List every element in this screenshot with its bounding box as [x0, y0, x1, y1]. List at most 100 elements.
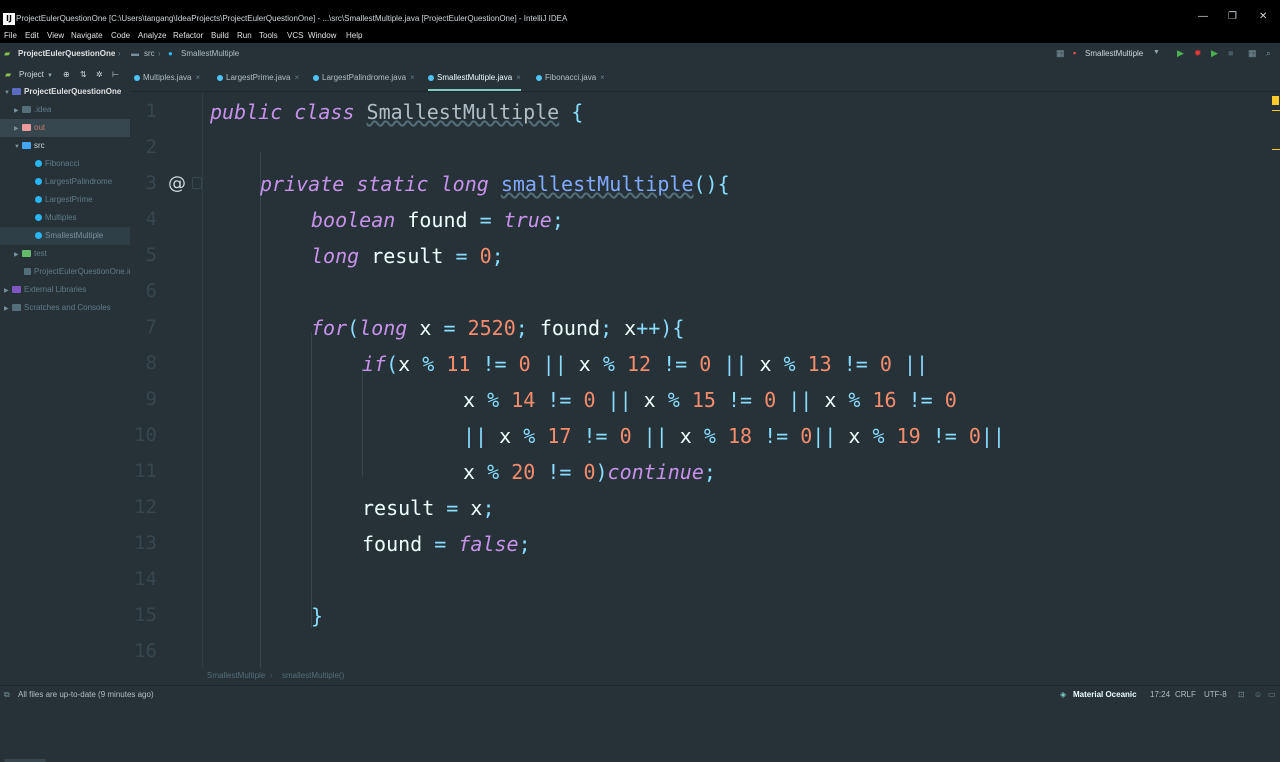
code-token: ) [595, 460, 608, 484]
notifications-icon[interactable]: ▭ [1268, 686, 1276, 703]
tab-largestpalindrome[interactable]: LargestPalindrome.java × [313, 65, 415, 91]
code-line[interactable]: x % 14 != 0 || x % 15 != 0 || x % 16 != … [463, 388, 957, 412]
code-line[interactable]: result = x; [362, 496, 494, 520]
close-tab-icon[interactable]: × [294, 73, 299, 82]
close-tab-icon[interactable]: × [195, 73, 200, 82]
tab-multiples[interactable]: Multiples.java × [134, 65, 200, 91]
collapse-icon[interactable]: ⇅ [80, 70, 87, 80]
code-token: != [547, 388, 584, 412]
chevron-down-icon[interactable]: ▼ [47, 71, 53, 81]
tab-smallestmultiple[interactable]: SmallestMultiple.java × [428, 65, 521, 91]
code-editor[interactable]: public class SmallestMultiple { private s… [203, 92, 1268, 668]
code-token: || [643, 424, 680, 448]
tab-fibonacci[interactable]: Fibonacci.java × [536, 65, 605, 91]
menu-tools[interactable]: Tools [259, 31, 278, 41]
close-tab-icon[interactable]: × [516, 73, 521, 82]
tree-item-multiples[interactable]: Multiples [0, 209, 130, 227]
code-token: 19 [896, 424, 933, 448]
code-token: ( [347, 316, 360, 340]
class-icon [428, 74, 434, 81]
line-separator[interactable]: CRLF [1175, 686, 1196, 703]
run-config-selector[interactable]: SmallestMultiple [1085, 49, 1143, 59]
close-tab-icon[interactable]: × [410, 73, 415, 82]
breadcrumb-class[interactable]: SmallestMultiple [207, 668, 265, 684]
file-encoding[interactable]: UTF-8 [1204, 686, 1227, 703]
hide-panel-icon[interactable]: ⊢ [112, 70, 119, 80]
code-token: 0 [518, 352, 543, 376]
tree-item-label: Multiples [45, 213, 77, 222]
test-folder-icon [22, 250, 31, 258]
tab-largestprime[interactable]: LargestPrime.java × [217, 65, 299, 91]
run-icon[interactable]: ▶ [1177, 48, 1184, 58]
target-icon[interactable]: ⊕ [63, 70, 70, 80]
code-line[interactable]: } [311, 604, 323, 628]
tree-item-idea[interactable]: ▶ .idea [0, 101, 130, 119]
warning-indicator-icon[interactable] [1272, 96, 1279, 105]
menu-code[interactable]: Code [111, 31, 130, 41]
menu-view[interactable]: View [47, 31, 64, 41]
editor-scrollbar[interactable] [1270, 92, 1280, 668]
menu-refactor[interactable]: Refactor [173, 31, 203, 41]
nav-folder[interactable]: src [144, 49, 155, 59]
run-coverage-icon[interactable]: ▶ [1211, 48, 1218, 58]
menu-run[interactable]: Run [237, 31, 252, 41]
inspector-icon[interactable]: ☺ [1254, 686, 1262, 703]
tree-item-fibonacci[interactable]: Fibonacci [0, 155, 130, 173]
gear-icon[interactable]: ✲ [96, 70, 103, 80]
project-structure-icon[interactable]: ▦ [1248, 48, 1257, 58]
maximize-button[interactable]: ❐ [1228, 11, 1237, 23]
code-token: || [463, 424, 500, 448]
stop-icon[interactable]: ■ [1228, 48, 1233, 58]
code-line[interactable]: x % 20 != 0)continue; [463, 460, 716, 484]
minimize-button[interactable]: — [1198, 11, 1208, 23]
tree-item-scratches[interactable]: ▶ Scratches and Consoles [0, 299, 130, 317]
tree-item-iml[interactable]: ProjectEulerQuestionOne.iml [0, 263, 130, 281]
code-line[interactable]: found = false; [362, 532, 531, 556]
tool-windows-icon[interactable]: ⧉ [4, 686, 10, 703]
lock-icon[interactable]: ⊡ [1238, 686, 1245, 703]
tree-item-test[interactable]: ▶ test [0, 245, 130, 263]
tree-item-largestprime[interactable]: LargestPrime [0, 191, 130, 209]
close-tab-icon[interactable]: × [600, 73, 605, 82]
code-line[interactable]: boolean found = true; [311, 208, 564, 232]
search-everywhere-icon[interactable]: ⌕ [1266, 48, 1271, 58]
code-token: x [578, 352, 603, 376]
tree-item-label: LargestPalindrome [45, 177, 113, 186]
warning-stripe[interactable] [1272, 149, 1280, 150]
code-line[interactable]: public class SmallestMultiple { [210, 100, 583, 124]
tree-item-largestpalindrome[interactable]: LargestPalindrome [0, 173, 130, 191]
chevron-down-icon[interactable]: ▼ [1153, 48, 1160, 58]
code-line[interactable]: || x % 17 != 0 || x % 18 != 0|| x % 19 !… [463, 424, 1005, 448]
menu-analyze[interactable]: Analyze [138, 31, 166, 41]
code-line[interactable]: private static long smallestMultiple(){ [260, 172, 730, 196]
breadcrumb-method[interactable]: smallestMultiple() [282, 668, 344, 684]
tree-item-smallestmultiple[interactable]: SmallestMultiple [0, 227, 130, 245]
override-marker-icon[interactable]: @ [168, 172, 186, 196]
fold-toggle-icon[interactable] [192, 177, 202, 189]
code-line[interactable]: for(long x = 2520; found; x++){ [311, 316, 684, 340]
theme-indicator[interactable]: Material Oceanic [1073, 686, 1137, 703]
menu-window[interactable]: Window [308, 31, 336, 41]
structure-icon[interactable]: ▦ [1056, 48, 1065, 58]
code-line[interactable]: long result = 0; [311, 244, 504, 268]
menu-help[interactable]: Help [346, 31, 362, 41]
tab-label: SmallestMultiple.java [437, 73, 513, 82]
tree-item-out[interactable]: ▶ out [0, 119, 130, 137]
code-token: ; [703, 460, 716, 484]
caret-position[interactable]: 17:24 [1150, 686, 1170, 703]
menu-build[interactable]: Build [211, 31, 229, 41]
menu-edit[interactable]: Edit [25, 31, 39, 41]
debug-icon[interactable]: ✹ [1194, 48, 1202, 58]
tree-item-src[interactable]: ▼ src [0, 137, 130, 155]
tree-item-project[interactable]: ▼ ProjectEulerQuestionOne [0, 83, 130, 101]
project-view-selector[interactable]: Project [19, 70, 44, 80]
menu-vcs[interactable]: VCS [287, 31, 303, 41]
nav-file[interactable]: SmallestMultiple [181, 49, 239, 59]
warning-stripe[interactable] [1272, 110, 1280, 111]
code-line[interactable]: if(x % 11 != 0 || x % 12 != 0 || x % 13 … [362, 352, 928, 376]
tree-item-external-libraries[interactable]: ▶ External Libraries [0, 281, 130, 299]
menu-file[interactable]: File [4, 31, 17, 41]
nav-project[interactable]: ProjectEulerQuestionOne [18, 49, 115, 59]
close-button[interactable]: ✕ [1259, 11, 1267, 23]
menu-navigate[interactable]: Navigate [71, 31, 103, 41]
